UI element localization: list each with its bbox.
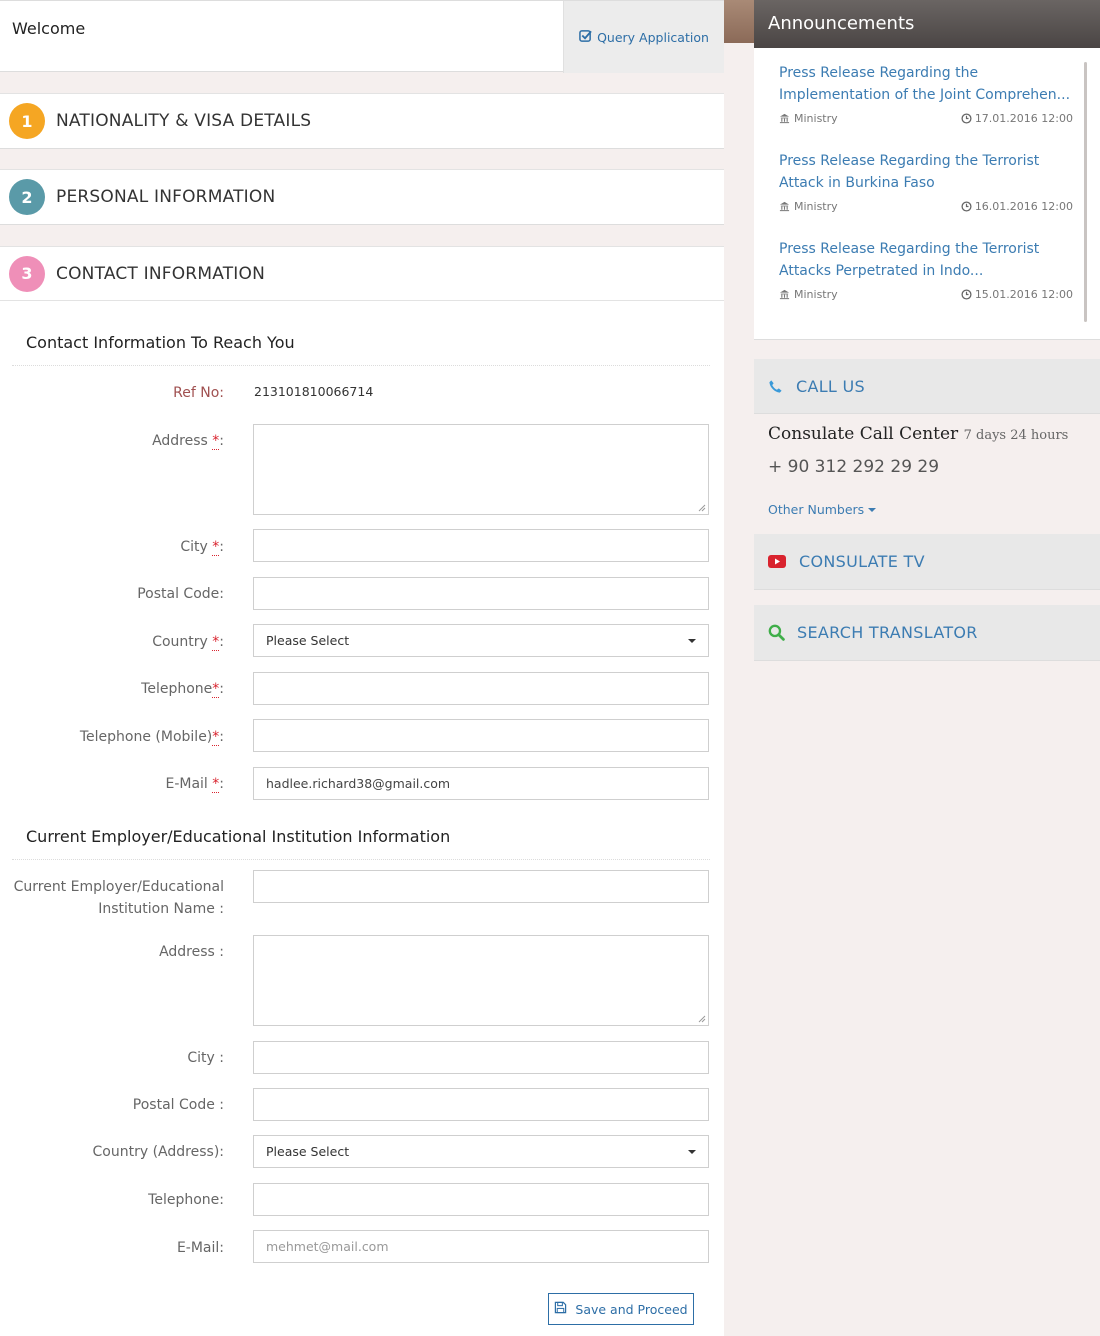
announcement-item: Press Release Regarding the Terrorist At…: [779, 150, 1075, 216]
call-center-info: Consulate Call Center 7 days 24 hours + …: [754, 414, 1100, 534]
announcements-scrollbar[interactable]: [1084, 62, 1087, 322]
mobile-input[interactable]: [253, 719, 709, 752]
employer-section-title: Current Employer/Educational Institution…: [26, 827, 451, 846]
other-numbers-label: Other Numbers: [768, 502, 865, 517]
employer-name-input[interactable]: [253, 870, 709, 903]
employer-city-label: City :: [187, 1050, 224, 1066]
step-number-badge: 2: [9, 179, 45, 215]
employer-telephone-label: Telephone:: [148, 1192, 224, 1208]
decorative-banner-strip: [724, 0, 754, 43]
email-label: E-Mail *:: [165, 776, 224, 793]
institution-icon: [779, 289, 790, 300]
divider: [12, 365, 710, 366]
announcement-date: 15.01.2016 12:00: [974, 288, 1073, 301]
ref-no-label: Ref No:: [173, 385, 224, 401]
employer-email-label: E-Mail:: [176, 1240, 224, 1256]
contact-section-title: Contact Information To Reach You: [26, 333, 295, 352]
step-personal-information[interactable]: 2 PERSONAL INFORMATION: [0, 169, 724, 225]
consulate-tv-label: CONSULATE TV: [799, 552, 925, 571]
divider: [12, 859, 710, 860]
announcements-title: Announcements: [754, 0, 1100, 48]
step-nationality-visa[interactable]: 1 NATIONALITY & VISA DETAILS: [0, 93, 724, 149]
search-translator-label: SEARCH TRANSLATOR: [797, 623, 978, 642]
step-number-badge: 3: [9, 255, 45, 292]
employer-name-label: Current Employer/Educational Institution…: [13, 879, 224, 917]
employer-country-select-value: Please Select: [266, 1144, 350, 1159]
step-number-badge: 1: [9, 103, 45, 139]
check-square-icon: [579, 29, 592, 45]
mobile-label: Telephone (Mobile)*:: [79, 729, 224, 746]
save-and-proceed-button[interactable]: Save and Proceed: [548, 1293, 694, 1325]
floppy-disk-icon: [554, 1301, 567, 1317]
search-translator-header[interactable]: SEARCH TRANSLATOR: [754, 605, 1100, 661]
clock-icon: [961, 289, 972, 300]
call-center-title: Consulate Call Center 7 days 24 hours: [768, 424, 1069, 444]
announcement-source: Ministry: [794, 288, 838, 301]
announcement-link[interactable]: Press Release Regarding the Terrorist At…: [779, 238, 1075, 282]
address-label: Address *:: [152, 433, 224, 450]
caret-down-icon: [688, 1149, 696, 1154]
clock-icon: [961, 201, 972, 212]
youtube-icon: [768, 555, 786, 568]
employer-country-select[interactable]: Please Select: [253, 1135, 709, 1168]
employer-country-label: Country (Address):: [92, 1144, 224, 1160]
announcement-item: Press Release Regarding the Terrorist At…: [779, 238, 1075, 304]
welcome-text: Welcome: [12, 19, 86, 38]
announcement-source: Ministry: [794, 200, 838, 213]
step-header[interactable]: 3 CONTACT INFORMATION: [0, 247, 724, 301]
country-select-value: Please Select: [266, 633, 350, 648]
employer-postal-input[interactable]: [253, 1088, 709, 1121]
caret-down-icon: [688, 638, 696, 643]
institution-icon: [779, 201, 790, 212]
step-title: NATIONALITY & VISA DETAILS: [56, 111, 312, 131]
call-center-hours: 7 days 24 hours: [963, 428, 1069, 443]
city-input[interactable]: [253, 529, 709, 562]
step-title: CONTACT INFORMATION: [56, 263, 265, 284]
institution-icon: [779, 113, 790, 124]
employer-telephone-input[interactable]: [253, 1183, 709, 1216]
ref-no-value: 213101810066714: [254, 384, 374, 399]
announcements-panel: Announcements Press Release Regarding th…: [754, 0, 1100, 340]
employer-address-textarea[interactable]: [253, 935, 709, 1026]
consulate-tv-header[interactable]: CONSULATE TV: [754, 534, 1100, 590]
save-and-proceed-label: Save and Proceed: [575, 1301, 688, 1317]
postal-code-input[interactable]: [253, 577, 709, 610]
phone-icon: [768, 379, 783, 394]
announcement-date: 17.01.2016 12:00: [974, 112, 1073, 125]
employer-email-input[interactable]: mehmet@mail.com: [253, 1230, 709, 1263]
resize-grip-icon[interactable]: [698, 1015, 706, 1023]
employer-address-label: Address :: [159, 944, 224, 960]
resize-grip-icon[interactable]: [698, 504, 706, 512]
other-numbers-dropdown[interactable]: Other Numbers: [768, 502, 877, 517]
caret-down-icon: [868, 507, 877, 512]
query-application-button[interactable]: Query Application: [563, 1, 724, 73]
email-input[interactable]: hadlee.richard38@gmail.com: [253, 767, 709, 800]
search-icon: [768, 624, 785, 641]
query-application-label: Query Application: [597, 29, 709, 45]
city-label: City *:: [180, 539, 224, 556]
call-us-label: CALL US: [796, 376, 865, 396]
country-select[interactable]: Please Select: [253, 624, 709, 657]
telephone-label: Telephone*:: [141, 681, 224, 698]
announcement-date: 16.01.2016 12:00: [974, 200, 1073, 213]
employer-postal-label: Postal Code :: [132, 1097, 224, 1113]
employer-city-input[interactable]: [253, 1041, 709, 1074]
call-us-header[interactable]: CALL US: [754, 359, 1100, 414]
announcement-source: Ministry: [794, 112, 838, 125]
call-center-phone: + 90 312 292 29 29: [768, 457, 940, 477]
announcement-item: Press Release Regarding the Implementati…: [779, 62, 1075, 128]
address-textarea[interactable]: [253, 424, 709, 515]
announcement-link[interactable]: Press Release Regarding the Terrorist At…: [779, 150, 1075, 194]
postal-code-label: Postal Code:: [137, 586, 224, 602]
country-label: Country *:: [152, 634, 224, 651]
step-title: PERSONAL INFORMATION: [56, 187, 276, 207]
announcement-link[interactable]: Press Release Regarding the Implementati…: [779, 62, 1075, 106]
telephone-input[interactable]: [253, 672, 709, 705]
clock-icon: [961, 113, 972, 124]
top-bar: Welcome Query Application: [0, 0, 724, 73]
